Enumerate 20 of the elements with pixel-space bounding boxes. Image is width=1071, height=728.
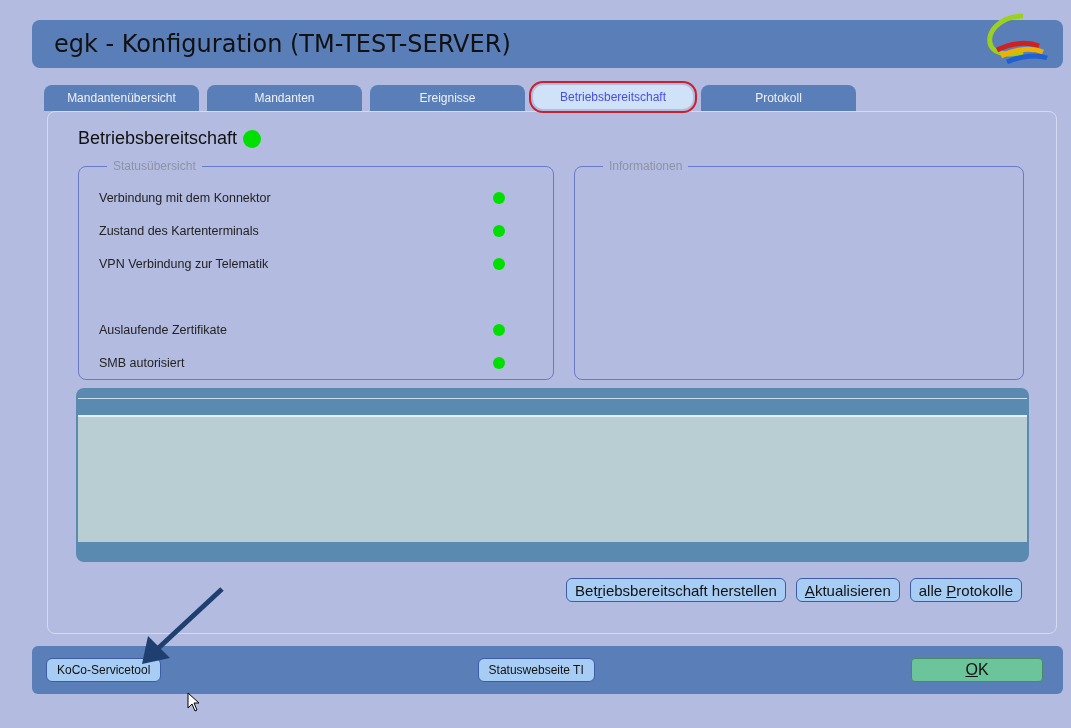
action-button[interactable]: alle Protokolle bbox=[909, 578, 1022, 602]
action-button[interactable]: Betriebsbereitschaft herstellen bbox=[566, 578, 786, 602]
status-label: Auslaufende Zertifikate bbox=[99, 322, 227, 337]
action-button[interactable]: Aktualisieren bbox=[795, 578, 900, 602]
status-label: SMB autorisiert bbox=[99, 355, 185, 370]
tab[interactable]: Ereignisse bbox=[370, 85, 525, 111]
group-legend: Informationen bbox=[603, 159, 689, 173]
status-page-button[interactable]: Statuswebseite TI bbox=[477, 658, 595, 682]
section-heading: Betriebsbereitschaft bbox=[78, 128, 238, 149]
tab[interactable]: Mandantenübersicht bbox=[44, 85, 199, 111]
group-legend: Statusübersicht bbox=[107, 159, 202, 173]
tab[interactable]: Protokoll bbox=[701, 85, 856, 111]
status-label: VPN Verbindung zur Telematik bbox=[99, 256, 269, 271]
ok-button[interactable]: OK bbox=[911, 658, 1043, 682]
servicetool-button[interactable]: KoCo-Servicetool bbox=[46, 658, 162, 682]
cursor-icon bbox=[187, 692, 201, 712]
window-title: egk - Konfiguration (TM-TEST-SERVER) bbox=[54, 30, 511, 58]
tab[interactable]: Mandanten bbox=[207, 85, 362, 111]
status-label: Zustand des Kartenterminals bbox=[99, 223, 259, 238]
status-label: Verbindung mit dem Konnektor bbox=[99, 190, 271, 205]
